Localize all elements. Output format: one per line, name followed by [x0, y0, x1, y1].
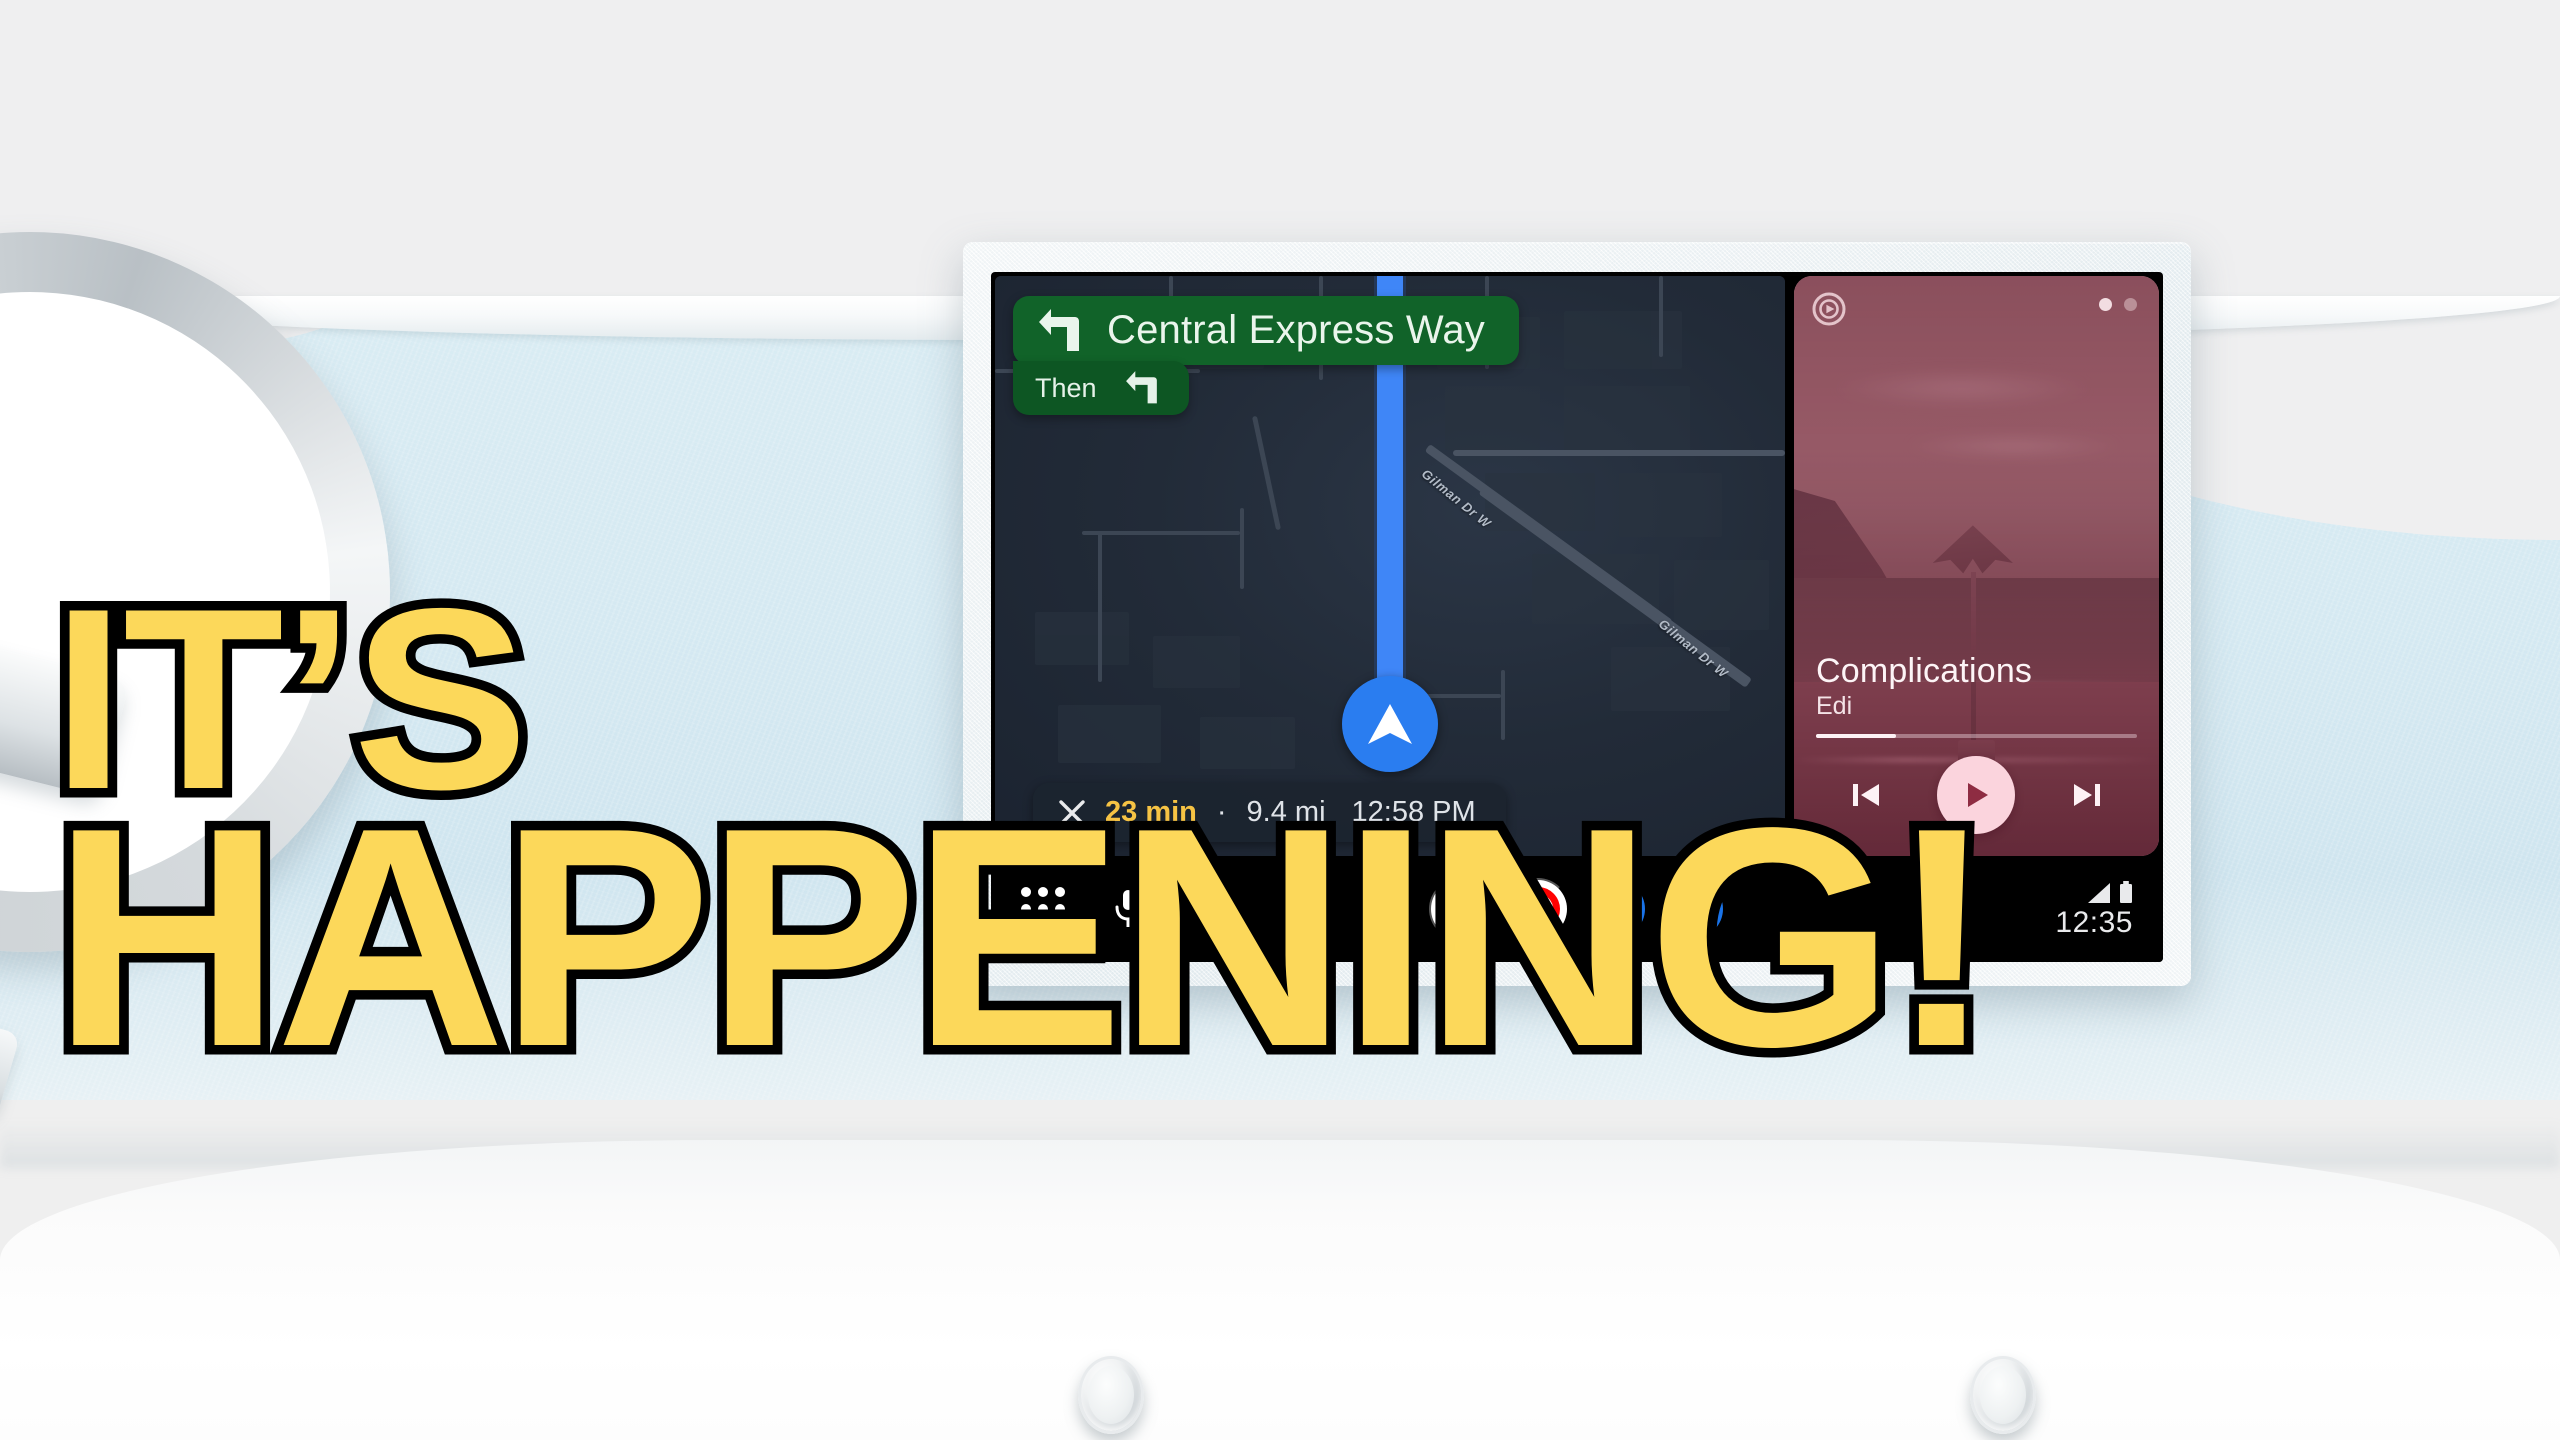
status-icons — [2086, 879, 2133, 905]
turn-banner: Central Express Way Then — [1013, 296, 1519, 415]
playback-progress-fill — [1816, 734, 1897, 738]
turn-left-arrow-icon — [1125, 371, 1157, 404]
infotainment-head-unit: Gilman Dr W Gilman Dr W Central Express … — [963, 242, 2191, 986]
messages-icon — [1600, 895, 1632, 924]
track-artist: Edi — [1816, 692, 1853, 720]
then-label: Then — [1035, 372, 1097, 403]
battery-icon — [2120, 880, 2132, 903]
app-icon-messages[interactable] — [1585, 878, 1647, 940]
app-icon-youtube-music[interactable] — [1507, 878, 1569, 940]
app-icon-google-maps[interactable] — [1429, 878, 1491, 940]
youtube-music-icon — [1812, 292, 1846, 331]
skip-next-icon — [2074, 784, 2101, 806]
trip-separator: · — [1216, 796, 1227, 828]
app-launcher-button[interactable] — [1021, 887, 1065, 931]
page-dot-active[interactable] — [2099, 298, 2112, 311]
signal-bars-icon — [2088, 882, 2110, 903]
android-auto-screen: Gilman Dr W Gilman Dr W Central Express … — [991, 272, 2163, 962]
media-controls — [1794, 756, 2159, 834]
turn-street-name: Central Express Way — [1107, 308, 1485, 352]
skip-previous-icon — [1852, 784, 1879, 806]
car-interior-scene: Gilman Dr W Gilman Dr W Central Express … — [0, 0, 2560, 1440]
previous-track-button[interactable] — [1846, 775, 1886, 815]
trip-status-bar[interactable]: 23 min · 9.4 mi 12:58 PM — [1033, 783, 1506, 842]
play-pause-button[interactable] — [1937, 756, 2016, 834]
phone-icon — [1681, 896, 1707, 922]
track-title: Complications — [1816, 652, 2033, 691]
taskbar-clock: 12:35 — [2055, 905, 2133, 939]
navigation-arrow-icon — [1368, 704, 1412, 744]
taskbar-app-icons — [1429, 878, 1725, 940]
page-indicator-dots[interactable] — [2099, 298, 2137, 311]
page-dot[interactable] — [2124, 298, 2137, 311]
center-console — [0, 1140, 2560, 1440]
microphone-icon — [1115, 890, 1141, 927]
turn-left-arrow-icon — [1039, 308, 1079, 351]
taskbar: 12:35 — [991, 856, 2163, 962]
assistant-mic-button[interactable] — [1111, 887, 1145, 931]
turn-instruction-primary: Central Express Way — [1013, 296, 1519, 365]
map-panel[interactable]: Gilman Dr W Gilman Dr W Central Express … — [995, 276, 1785, 856]
console-knob-left[interactable] — [1078, 1356, 1144, 1434]
next-track-button[interactable] — [2067, 775, 2107, 815]
app-grid-icon — [1021, 887, 1065, 931]
play-icon — [1968, 783, 1989, 807]
media-card[interactable]: Complications Edi — [1794, 276, 2159, 856]
trip-distance: 9.4 mi — [1246, 796, 1326, 828]
playback-progress-bar[interactable] — [1816, 734, 2137, 738]
media-metadata: Complications Edi — [1816, 653, 2137, 738]
close-x-icon[interactable] — [1057, 798, 1087, 828]
console-knob-right[interactable] — [1970, 1356, 2036, 1434]
youtube-music-icon — [1516, 887, 1560, 931]
turn-instruction-then: Then — [1013, 361, 1189, 415]
google-maps-icon — [1441, 885, 1479, 933]
trip-arrival-time: 12:58 PM — [1351, 796, 1476, 828]
current-position-marker — [1342, 676, 1438, 772]
trip-duration: 23 min — [1105, 796, 1197, 828]
app-icon-phone[interactable] — [1663, 878, 1725, 940]
